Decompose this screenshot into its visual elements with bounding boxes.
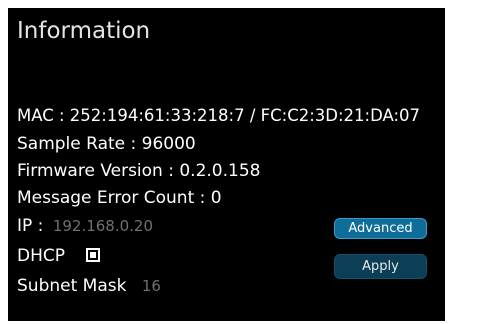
subnet-mask-row: Subnet Mask — [17, 276, 202, 296]
mac-address-text: MAC : 252:194:61:33:218:7 / FC:C2:3D:21:… — [17, 106, 421, 125]
dhcp-row: DHCP — [17, 246, 101, 266]
advanced-button[interactable]: Advanced — [334, 218, 427, 239]
panel-title: Information — [17, 18, 151, 44]
ip-row: IP : — [17, 216, 213, 236]
dhcp-checkbox[interactable] — [86, 248, 101, 262]
information-panel: Information MAC : 252:194:61:33:218:7 / … — [8, 8, 445, 321]
subnet-mask-input[interactable] — [141, 277, 202, 295]
message-error-count-text: Message Error Count : 0 — [17, 188, 222, 208]
checkbox-checked-mark — [90, 252, 97, 258]
dhcp-label: DHCP — [17, 246, 65, 266]
sample-rate-text: Sample Rate : 96000 — [17, 134, 196, 154]
ip-input[interactable] — [52, 217, 213, 235]
firmware-version-text: Firmware Version : 0.2.0.158 — [17, 161, 261, 181]
apply-button[interactable]: Apply — [334, 254, 427, 279]
subnet-mask-label: Subnet Mask — [17, 276, 127, 296]
ip-label: IP : — [17, 216, 44, 236]
